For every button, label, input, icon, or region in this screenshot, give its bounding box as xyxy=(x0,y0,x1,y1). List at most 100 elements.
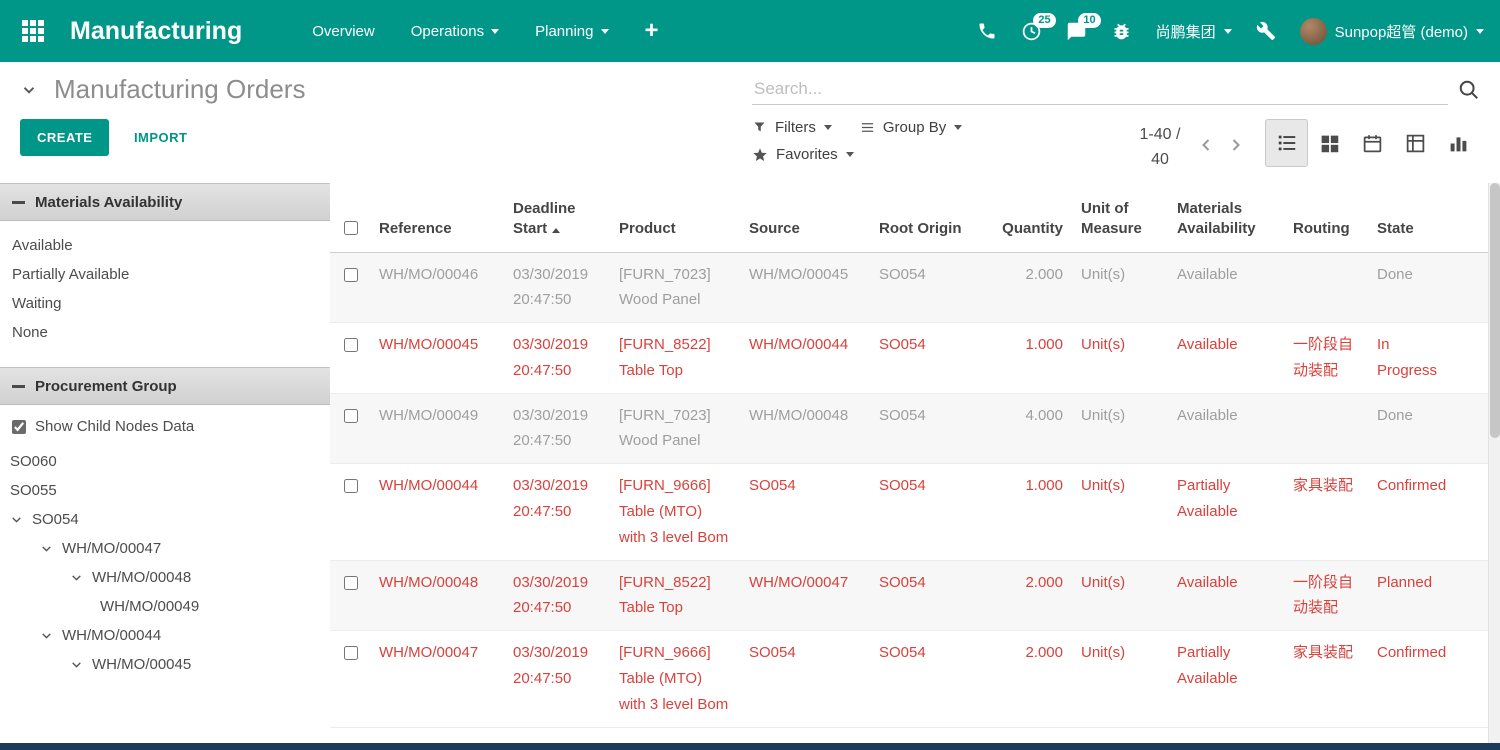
pivot-view-button[interactable] xyxy=(1394,119,1437,167)
column-header-source[interactable]: Source xyxy=(740,219,870,239)
tree-node[interactable]: WH/MO/00048 xyxy=(0,563,330,592)
sidebar-filter-none[interactable]: None xyxy=(0,318,330,347)
cell-deadline-start: 03/30/201920:47:50 xyxy=(504,570,610,622)
section-materials-availability[interactable]: Materials Availability xyxy=(0,183,330,221)
column-header-product[interactable]: Product xyxy=(610,219,740,239)
menu-operations[interactable]: Operations xyxy=(411,23,499,40)
cell-product: [FURN_8522] Table Top xyxy=(610,570,740,622)
tree-node[interactable]: SO060 xyxy=(0,447,330,476)
filter-icon xyxy=(752,120,767,135)
show-child-nodes-checkbox[interactable] xyxy=(12,420,26,434)
column-header-routing[interactable]: Routing xyxy=(1284,219,1368,239)
cell-quantity: 2.000 xyxy=(976,570,1072,622)
tree-node-label: SO060 xyxy=(10,453,57,470)
app-title[interactable]: Manufacturing xyxy=(70,17,242,46)
chevron-down-icon[interactable] xyxy=(70,571,83,584)
message-count-badge: 10 xyxy=(1078,13,1100,28)
apps-menu-icon[interactable] xyxy=(16,14,50,48)
row-select-cell xyxy=(330,473,370,550)
vertical-scrollbar[interactable] xyxy=(1488,183,1500,743)
table-row[interactable]: WH/MO/0004403/30/201920:47:50[FURN_9666]… xyxy=(330,464,1488,560)
sidebar-filter-available[interactable]: Available xyxy=(0,231,330,260)
search-panel: Materials Availability AvailablePartiall… xyxy=(0,183,330,743)
tree-node[interactable]: WH/MO/00049 xyxy=(0,592,330,621)
user-menu[interactable]: Sunpop超管 (demo) xyxy=(1300,18,1484,45)
chevron-down-icon[interactable] xyxy=(10,513,23,526)
cell-materials-availability: Available xyxy=(1168,570,1284,622)
row-checkbox[interactable] xyxy=(344,646,358,660)
sidebar-filter-waiting[interactable]: Waiting xyxy=(0,289,330,318)
scrollbar-thumb[interactable] xyxy=(1490,183,1500,438)
tree-node[interactable]: WH/MO/00047 xyxy=(0,534,330,563)
chevron-down-icon[interactable] xyxy=(40,542,53,555)
section-procurement-group[interactable]: Procurement Group xyxy=(0,367,330,405)
chevron-down-icon xyxy=(954,125,962,130)
row-checkbox[interactable] xyxy=(344,479,358,493)
row-checkbox[interactable] xyxy=(344,409,358,423)
cell-product: [FURN_9666] Table (MTO) with 3 level Bom xyxy=(610,473,740,550)
tree-node-label: SO054 xyxy=(32,511,79,528)
pager-next-button[interactable] xyxy=(1221,123,1251,167)
column-header-reference[interactable]: Reference xyxy=(370,219,504,239)
list-view-button[interactable] xyxy=(1265,119,1308,167)
tree-node[interactable]: WH/MO/00044 xyxy=(0,621,330,650)
kanban-view-icon xyxy=(1319,133,1340,154)
chevron-down-icon xyxy=(846,152,854,157)
company-name: 尚鹏集团 xyxy=(1156,21,1216,42)
search-bar xyxy=(752,74,1480,105)
cell-state: Confirmed xyxy=(1368,640,1458,717)
table-row[interactable]: WH/MO/0004803/30/201920:47:50[FURN_8522]… xyxy=(330,561,1488,632)
sidebar-filter-partially-available[interactable]: Partially Available xyxy=(0,260,330,289)
column-header-uom[interactable]: Unit of Measure xyxy=(1072,199,1168,240)
search-icon[interactable] xyxy=(1458,79,1480,101)
row-checkbox[interactable] xyxy=(344,576,358,590)
company-menu[interactable]: 尚鹏集团 xyxy=(1156,21,1232,42)
menu-planning[interactable]: Planning xyxy=(535,23,608,40)
chevron-down-icon[interactable] xyxy=(70,658,83,671)
show-child-nodes-toggle[interactable]: Show Child Nodes Data xyxy=(0,405,330,441)
avatar xyxy=(1300,18,1327,45)
phone-icon[interactable] xyxy=(977,21,997,41)
menu-operations-label: Operations xyxy=(411,23,484,40)
add-menu-icon[interactable]: + xyxy=(645,19,659,43)
menu-overview[interactable]: Overview xyxy=(312,23,375,40)
favorites-menu[interactable]: Favorites xyxy=(752,146,854,163)
group-by-menu[interactable]: Group By xyxy=(860,119,962,136)
calendar-view-button[interactable] xyxy=(1351,119,1394,167)
column-header-quantity[interactable]: Quantity xyxy=(976,219,1072,239)
row-checkbox[interactable] xyxy=(344,338,358,352)
action-buttons: CREATE IMPORT xyxy=(20,119,188,156)
column-header-materials-availability[interactable]: Materials Availability xyxy=(1168,199,1284,240)
filters-menu[interactable]: Filters xyxy=(752,119,832,136)
table-row[interactable]: WH/MO/0004903/30/201920:47:50[FURN_7023]… xyxy=(330,394,1488,465)
cell-deadline-start: 03/30/201920:47:50 xyxy=(504,473,610,550)
import-button[interactable]: IMPORT xyxy=(134,130,188,145)
create-button[interactable]: CREATE xyxy=(20,119,109,156)
cell-state: Confirmed xyxy=(1368,473,1458,550)
tree-node[interactable]: SO054 xyxy=(0,505,330,534)
search-input[interactable] xyxy=(752,74,1448,105)
window-edge xyxy=(0,743,1500,750)
table-row[interactable]: WH/MO/0004503/30/201920:47:50[FURN_8522]… xyxy=(330,323,1488,394)
chevron-down-icon[interactable] xyxy=(40,629,53,642)
column-header-root-origin[interactable]: Root Origin xyxy=(870,219,976,239)
table-row[interactable]: WH/MO/0004603/30/201920:47:50[FURN_7023]… xyxy=(330,253,1488,324)
pager-value: 1-40 / 40 xyxy=(1129,123,1191,173)
row-checkbox[interactable] xyxy=(344,268,358,282)
activities-icon[interactable]: 25 xyxy=(1021,21,1042,42)
messages-icon[interactable]: 10 xyxy=(1066,21,1087,42)
graph-view-button[interactable] xyxy=(1437,119,1480,167)
bug-icon[interactable] xyxy=(1111,21,1132,42)
cell-root-origin: SO054 xyxy=(870,570,976,622)
tree-node[interactable]: WH/MO/00045 xyxy=(0,650,330,679)
column-header-state[interactable]: State xyxy=(1368,219,1458,239)
pager-previous-button[interactable] xyxy=(1191,123,1221,167)
tree-node[interactable]: SO055 xyxy=(0,476,330,505)
select-all-checkbox[interactable] xyxy=(344,221,358,235)
wrench-icon[interactable] xyxy=(1256,21,1276,41)
table-row[interactable]: WH/MO/0004703/30/201920:47:50[FURN_9666]… xyxy=(330,631,1488,727)
breadcrumb-toggle-icon[interactable] xyxy=(20,81,38,99)
column-header-deadline-start[interactable]: Deadline Start xyxy=(504,199,610,240)
kanban-view-button[interactable] xyxy=(1308,119,1351,167)
cell-routing: 家具装配 xyxy=(1284,640,1368,717)
